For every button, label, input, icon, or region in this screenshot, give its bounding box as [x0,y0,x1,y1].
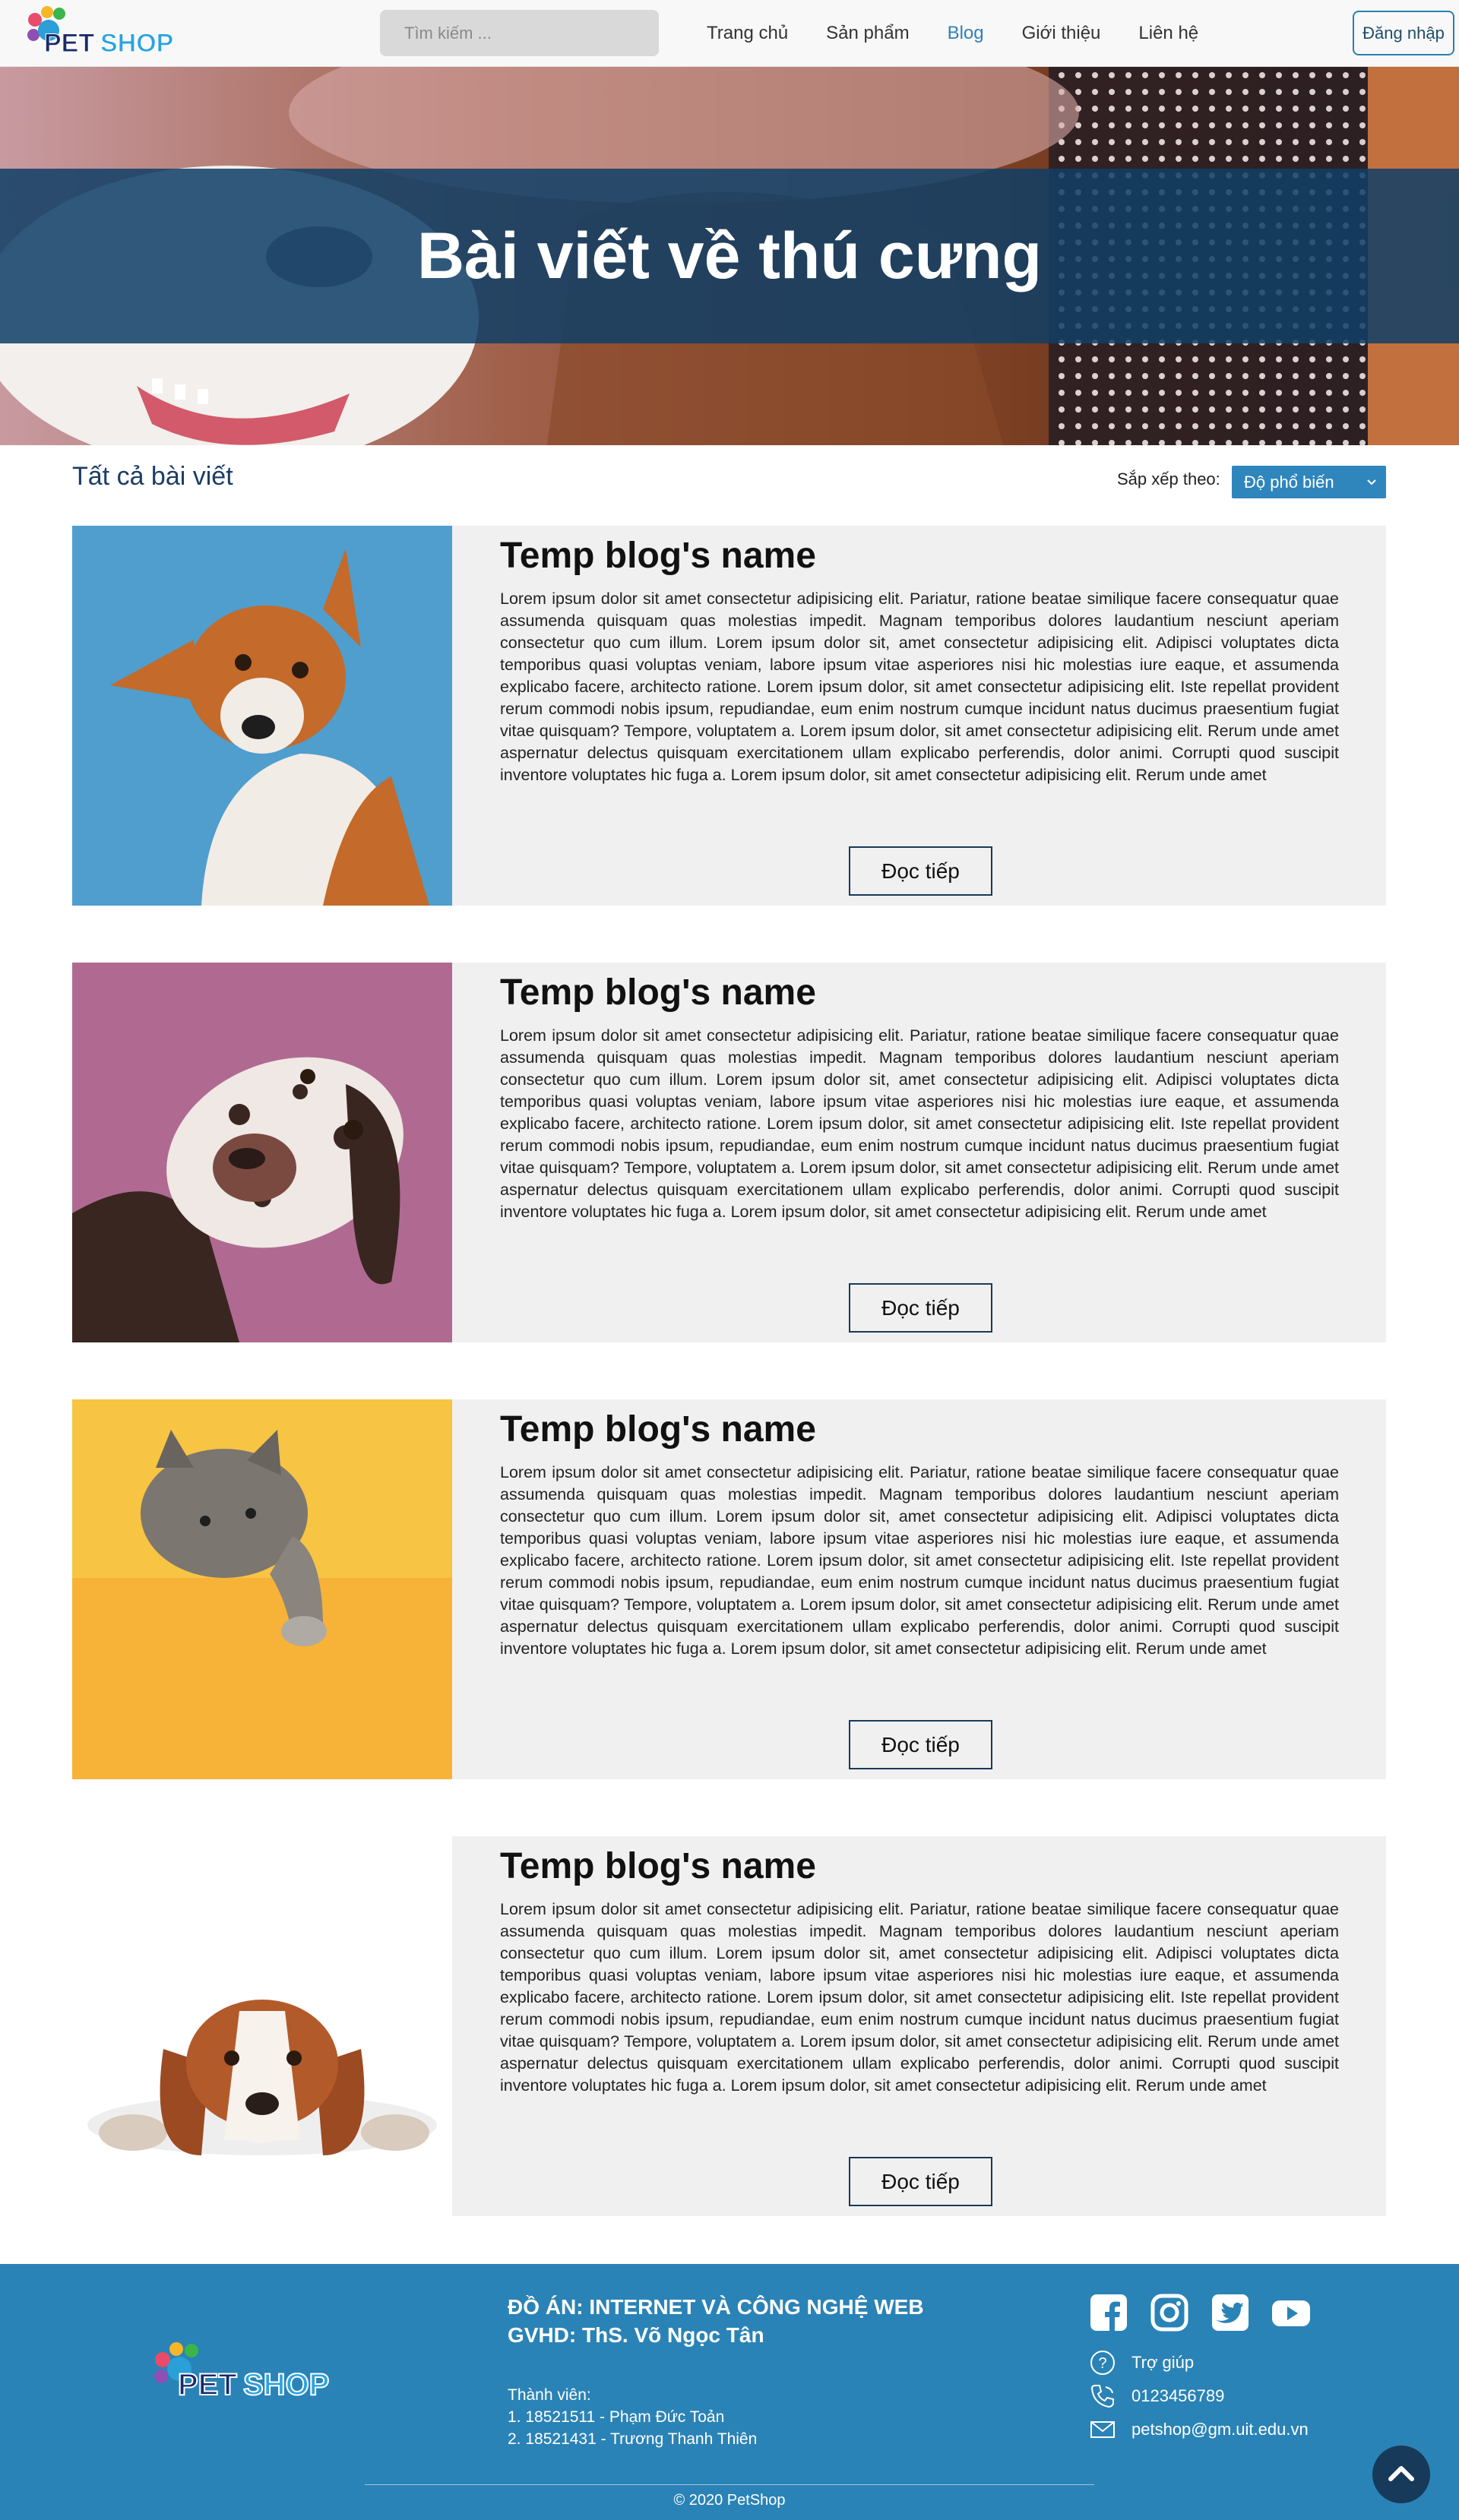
hero-title-band: Bài viết về thú cưng [0,169,1459,343]
blog-card: Temp blog's name Lorem ipsum dolor sit a… [72,526,1386,906]
petshop-logo[interactable]: PET SHOP [21,3,188,61]
nav-home[interactable]: Trang chủ [707,23,788,44]
search-input[interactable] [380,10,659,56]
footer-divider [365,2484,1094,2485]
svg-text:PET: PET [178,2368,237,2401]
blog-image-dog-blue[interactable] [72,526,452,906]
blog-title[interactable]: Temp blog's name [500,972,816,1013]
instagram-icon[interactable] [1150,2293,1189,2332]
copyright: © 2020 PetShop [673,2492,786,2509]
svg-text:PET: PET [44,29,94,58]
svg-text:SHOP: SHOP [100,29,173,58]
footer-member: 2. 18521431 - Trương Thanh Thiên [508,2430,758,2448]
blog-title[interactable]: Temp blog's name [500,1409,816,1450]
chevron-down-icon [1367,479,1376,485]
blog-card: Temp blog's name Lorem ipsum dolor sit a… [72,963,1386,1342]
read-more-button[interactable]: Đọc tiếp [849,2157,992,2206]
footer-petshop-logo: PET SHOP [154,2342,330,2402]
chevron-up-icon [1388,2466,1414,2481]
blog-card-body: Temp blog's name Lorem ipsum dolor sit a… [452,526,1386,906]
youtube-icon[interactable] [1271,2293,1311,2332]
hero-banner: Bài viết về thú cưng [0,67,1459,445]
login-button[interactable]: Đăng nhập [1353,11,1454,55]
sort-select[interactable]: Độ phổ biến [1232,466,1386,498]
blog-image-kitten-yellow[interactable] [72,1399,452,1779]
facebook-icon[interactable] [1089,2293,1128,2332]
phone-icon [1090,2385,1114,2408]
email-link[interactable]: petshop@gm.uit.edu.vn [1089,2413,1309,2446]
sort-select-value: Độ phổ biến [1244,472,1334,492]
footer-advisor-line: GVHD: ThS. Võ Ngọc Tân [508,2323,764,2347]
footer-contact: ? Trợ giúp 0123456789 petshop@gm.uit.edu… [1089,2346,1309,2446]
blog-excerpt: Lorem ipsum dolor sit amet consectetur a… [500,1463,1339,1658]
footer-project-info: ĐỒ ÁN: INTERNET VÀ CÔNG NGHỆ WEB GVHD: T… [508,2293,924,2349]
blog-excerpt: Lorem ipsum dolor sit amet consectetur a… [500,1900,1339,2095]
nav-about[interactable]: Giới thiệu [1022,23,1101,44]
svg-text:?: ? [1098,2355,1106,2372]
blog-image-beagle-white[interactable] [72,1836,452,2216]
read-more-button[interactable]: Đọc tiếp [849,1720,992,1769]
blog-card-body: Temp blog's name Lorem ipsum dolor sit a… [452,1836,1386,2216]
nav-products[interactable]: Sản phẩm [826,23,909,44]
footer-member: 1. 18521511 - Phạm Đức Toản [508,2408,725,2426]
social-links [1089,2293,1332,2332]
blog-card-body: Temp blog's name Lorem ipsum dolor sit a… [452,963,1386,1342]
site-header: PET SHOP Trang chủ Sản phẩm Blog Giới th… [0,0,1459,67]
mail-icon [1090,2421,1115,2438]
blog-excerpt: Lorem ipsum dolor sit amet consectetur a… [500,1026,1339,1221]
phone-link[interactable]: 0123456789 [1089,2379,1309,2413]
footer-members-label: Thành viên: [508,2386,591,2404]
blog-card-body: Temp blog's name Lorem ipsum dolor sit a… [452,1399,1386,1779]
main-nav: Trang chủ Sản phẩm Blog Giới thiệu Liên … [707,0,1236,67]
blog-card: Temp blog's name Lorem ipsum dolor sit a… [72,1399,1386,1779]
site-footer: PET SHOP ĐỒ ÁN: INTERNET VÀ CÔNG NGHỆ WE… [0,2264,1459,2520]
blog-title[interactable]: Temp blog's name [500,1845,816,1887]
nav-contact[interactable]: Liên hệ [1138,23,1198,44]
phone-number: 0123456789 [1131,2386,1225,2405]
email-address: petshop@gm.uit.edu.vn [1131,2420,1309,2439]
blog-card: Temp blog's name Lorem ipsum dolor sit a… [72,1836,1386,2216]
footer-project-line: ĐỒ ÁN: INTERNET VÀ CÔNG NGHỆ WEB [508,2295,924,2319]
read-more-button[interactable]: Đọc tiếp [849,1283,992,1333]
hero-title: Bài viết về thú cưng [416,219,1043,292]
back-to-top-button[interactable] [1372,2446,1430,2503]
svg-text:SHOP: SHOP [243,2368,329,2401]
help-label: Trợ giúp [1131,2353,1195,2372]
nav-blog[interactable]: Blog [948,23,984,44]
twitter-icon[interactable] [1211,2293,1250,2332]
question-circle-icon: ? [1090,2351,1115,2375]
blog-image-dalmatian-pink[interactable] [72,963,452,1342]
read-more-button[interactable]: Đọc tiếp [849,846,992,896]
blog-excerpt: Lorem ipsum dolor sit amet consectetur a… [500,590,1339,784]
footer-members: Thành viên: 1. 18521511 - Phạm Đức Toản … [508,2384,757,2450]
help-link[interactable]: ? Trợ giúp [1089,2346,1309,2379]
blog-title[interactable]: Temp blog's name [500,535,816,577]
section-title: Tất cả bài viết [72,462,233,491]
sort-label: Sắp xếp theo: [1117,470,1220,489]
